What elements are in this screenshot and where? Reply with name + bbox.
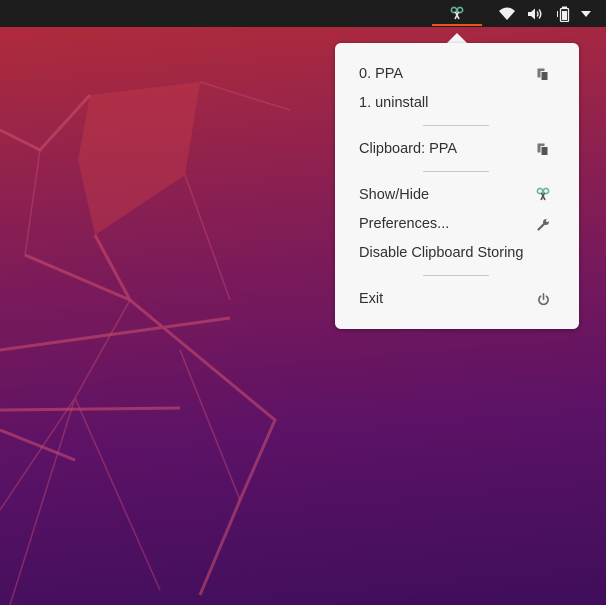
popup-pointer	[447, 33, 467, 43]
battery-indicator[interactable]	[553, 0, 575, 27]
menu-separator	[423, 125, 489, 126]
clipboard-indicator-button[interactable]	[432, 0, 482, 27]
menu-separator	[423, 171, 489, 172]
battery-icon	[557, 6, 570, 22]
exit-menu-item[interactable]: Exit	[335, 286, 579, 312]
preferences-menu-item[interactable]: Preferences...	[335, 211, 579, 237]
disable-storing-menu-item[interactable]: Disable Clipboard Storing	[335, 240, 579, 266]
clipboard-indicator-icon	[535, 187, 551, 203]
history-item-label: 1. uninstall	[359, 95, 429, 111]
current-clipboard-item[interactable]: Clipboard: PPA	[335, 136, 579, 162]
exit-label: Exit	[359, 291, 384, 307]
clipboard-indicator-icon	[450, 6, 464, 19]
top-panel	[0, 0, 606, 27]
system-menu-chevron-icon	[581, 10, 591, 17]
show-hide-label: Show/Hide	[359, 187, 430, 203]
menu-separator	[423, 275, 489, 276]
copy-icon[interactable]	[535, 66, 551, 82]
active-indicator-underline	[432, 24, 482, 26]
wifi-icon	[499, 7, 515, 20]
disable-storing-label: Disable Clipboard Storing	[359, 245, 524, 261]
history-item[interactable]: 0. PPA	[335, 61, 579, 87]
history-item-label: 0. PPA	[359, 66, 404, 82]
power-icon	[535, 291, 551, 307]
volume-icon	[528, 8, 542, 19]
wrench-icon	[535, 216, 551, 232]
volume-indicator[interactable]	[524, 0, 546, 27]
current-clipboard-label: Clipboard: PPA	[359, 141, 458, 157]
show-hide-menu-item[interactable]: Show/Hide	[335, 182, 579, 208]
clipboard-indicator-menu: 0. PPA 1. uninstall Clipboard: PPA Show/…	[335, 43, 579, 329]
preferences-label: Preferences...	[359, 216, 450, 232]
system-menu-button[interactable]	[576, 0, 596, 27]
wifi-indicator[interactable]	[496, 0, 518, 27]
history-item[interactable]: 1. uninstall	[335, 90, 579, 116]
copy-icon[interactable]	[535, 141, 551, 157]
